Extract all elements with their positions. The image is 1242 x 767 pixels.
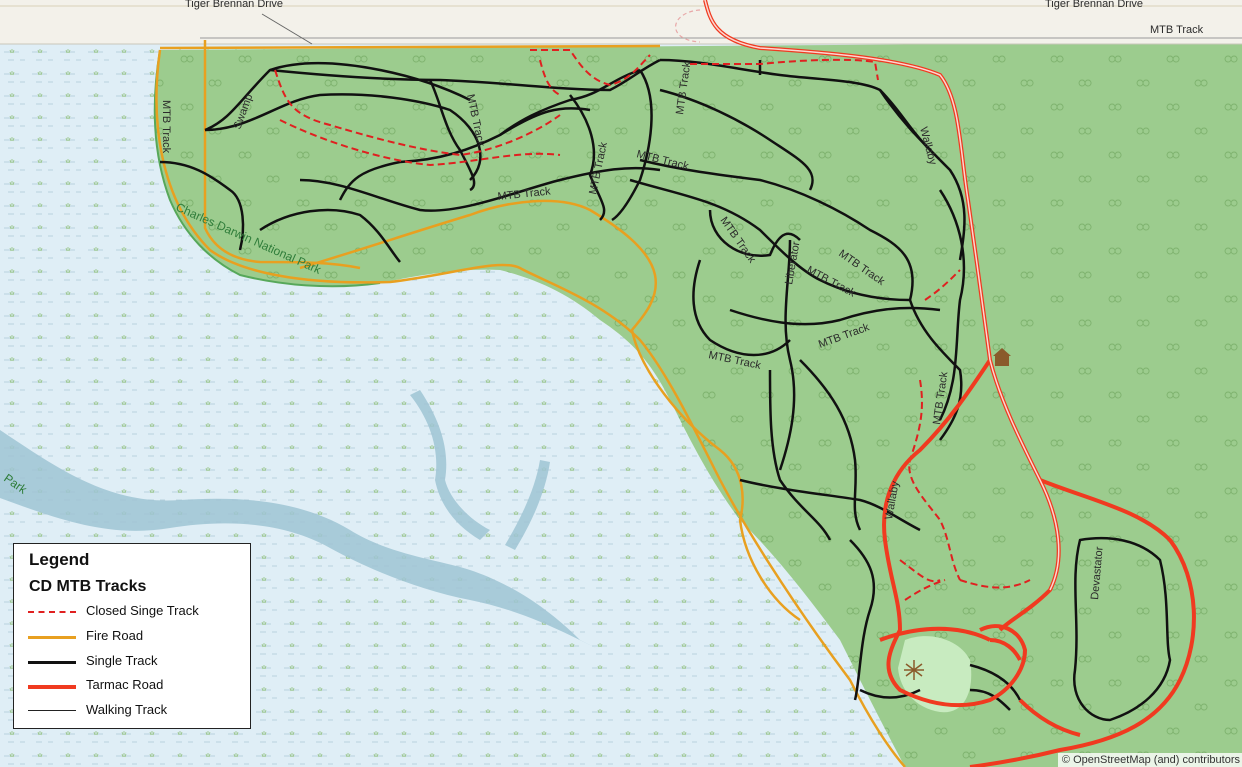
map-canvas[interactable]: Tiger Brennan Drive Tiger Brennan Drive …	[0, 0, 1242, 767]
street-label-tiger-brennan-left: Tiger Brennan Drive	[185, 0, 283, 10]
track-label-mtb: MTB Track	[160, 100, 172, 154]
legend-item-label: Closed Singe Track	[86, 603, 199, 618]
legend-item-label: Walking Track	[86, 702, 168, 717]
tarmac-road-swatch	[28, 685, 76, 689]
legend-item-label: Single Track	[86, 653, 158, 668]
single-track-swatch	[28, 661, 76, 664]
legend-item-tarmac-road: Tarmac Road	[28, 676, 248, 696]
legend-item-closed-single-track: Closed Singe Track	[28, 602, 248, 622]
legend-item-label: Tarmac Road	[86, 677, 164, 692]
map-attribution[interactable]: © OpenStreetMap (and) contributors	[1057, 753, 1242, 767]
walking-track-swatch	[28, 710, 76, 711]
legend-panel: Legend CD MTB Tracks Closed Singe Track …	[13, 543, 251, 729]
closed-single-track-swatch	[28, 611, 76, 613]
legend-item-single-track: Single Track	[28, 652, 248, 672]
street-label-tiger-brennan-right: Tiger Brennan Drive	[1045, 0, 1143, 10]
legend-item-label: Fire Road	[86, 628, 144, 643]
fire-road-swatch	[28, 636, 76, 639]
legend-item-walking-track: Walking Track	[28, 701, 248, 721]
street-label-mtb-track-top: MTB Track	[1150, 24, 1204, 36]
legend-item-fire-road: Fire Road	[28, 627, 248, 647]
legend-title: Legend	[29, 550, 90, 569]
legend-subtitle: CD MTB Tracks	[29, 578, 147, 595]
